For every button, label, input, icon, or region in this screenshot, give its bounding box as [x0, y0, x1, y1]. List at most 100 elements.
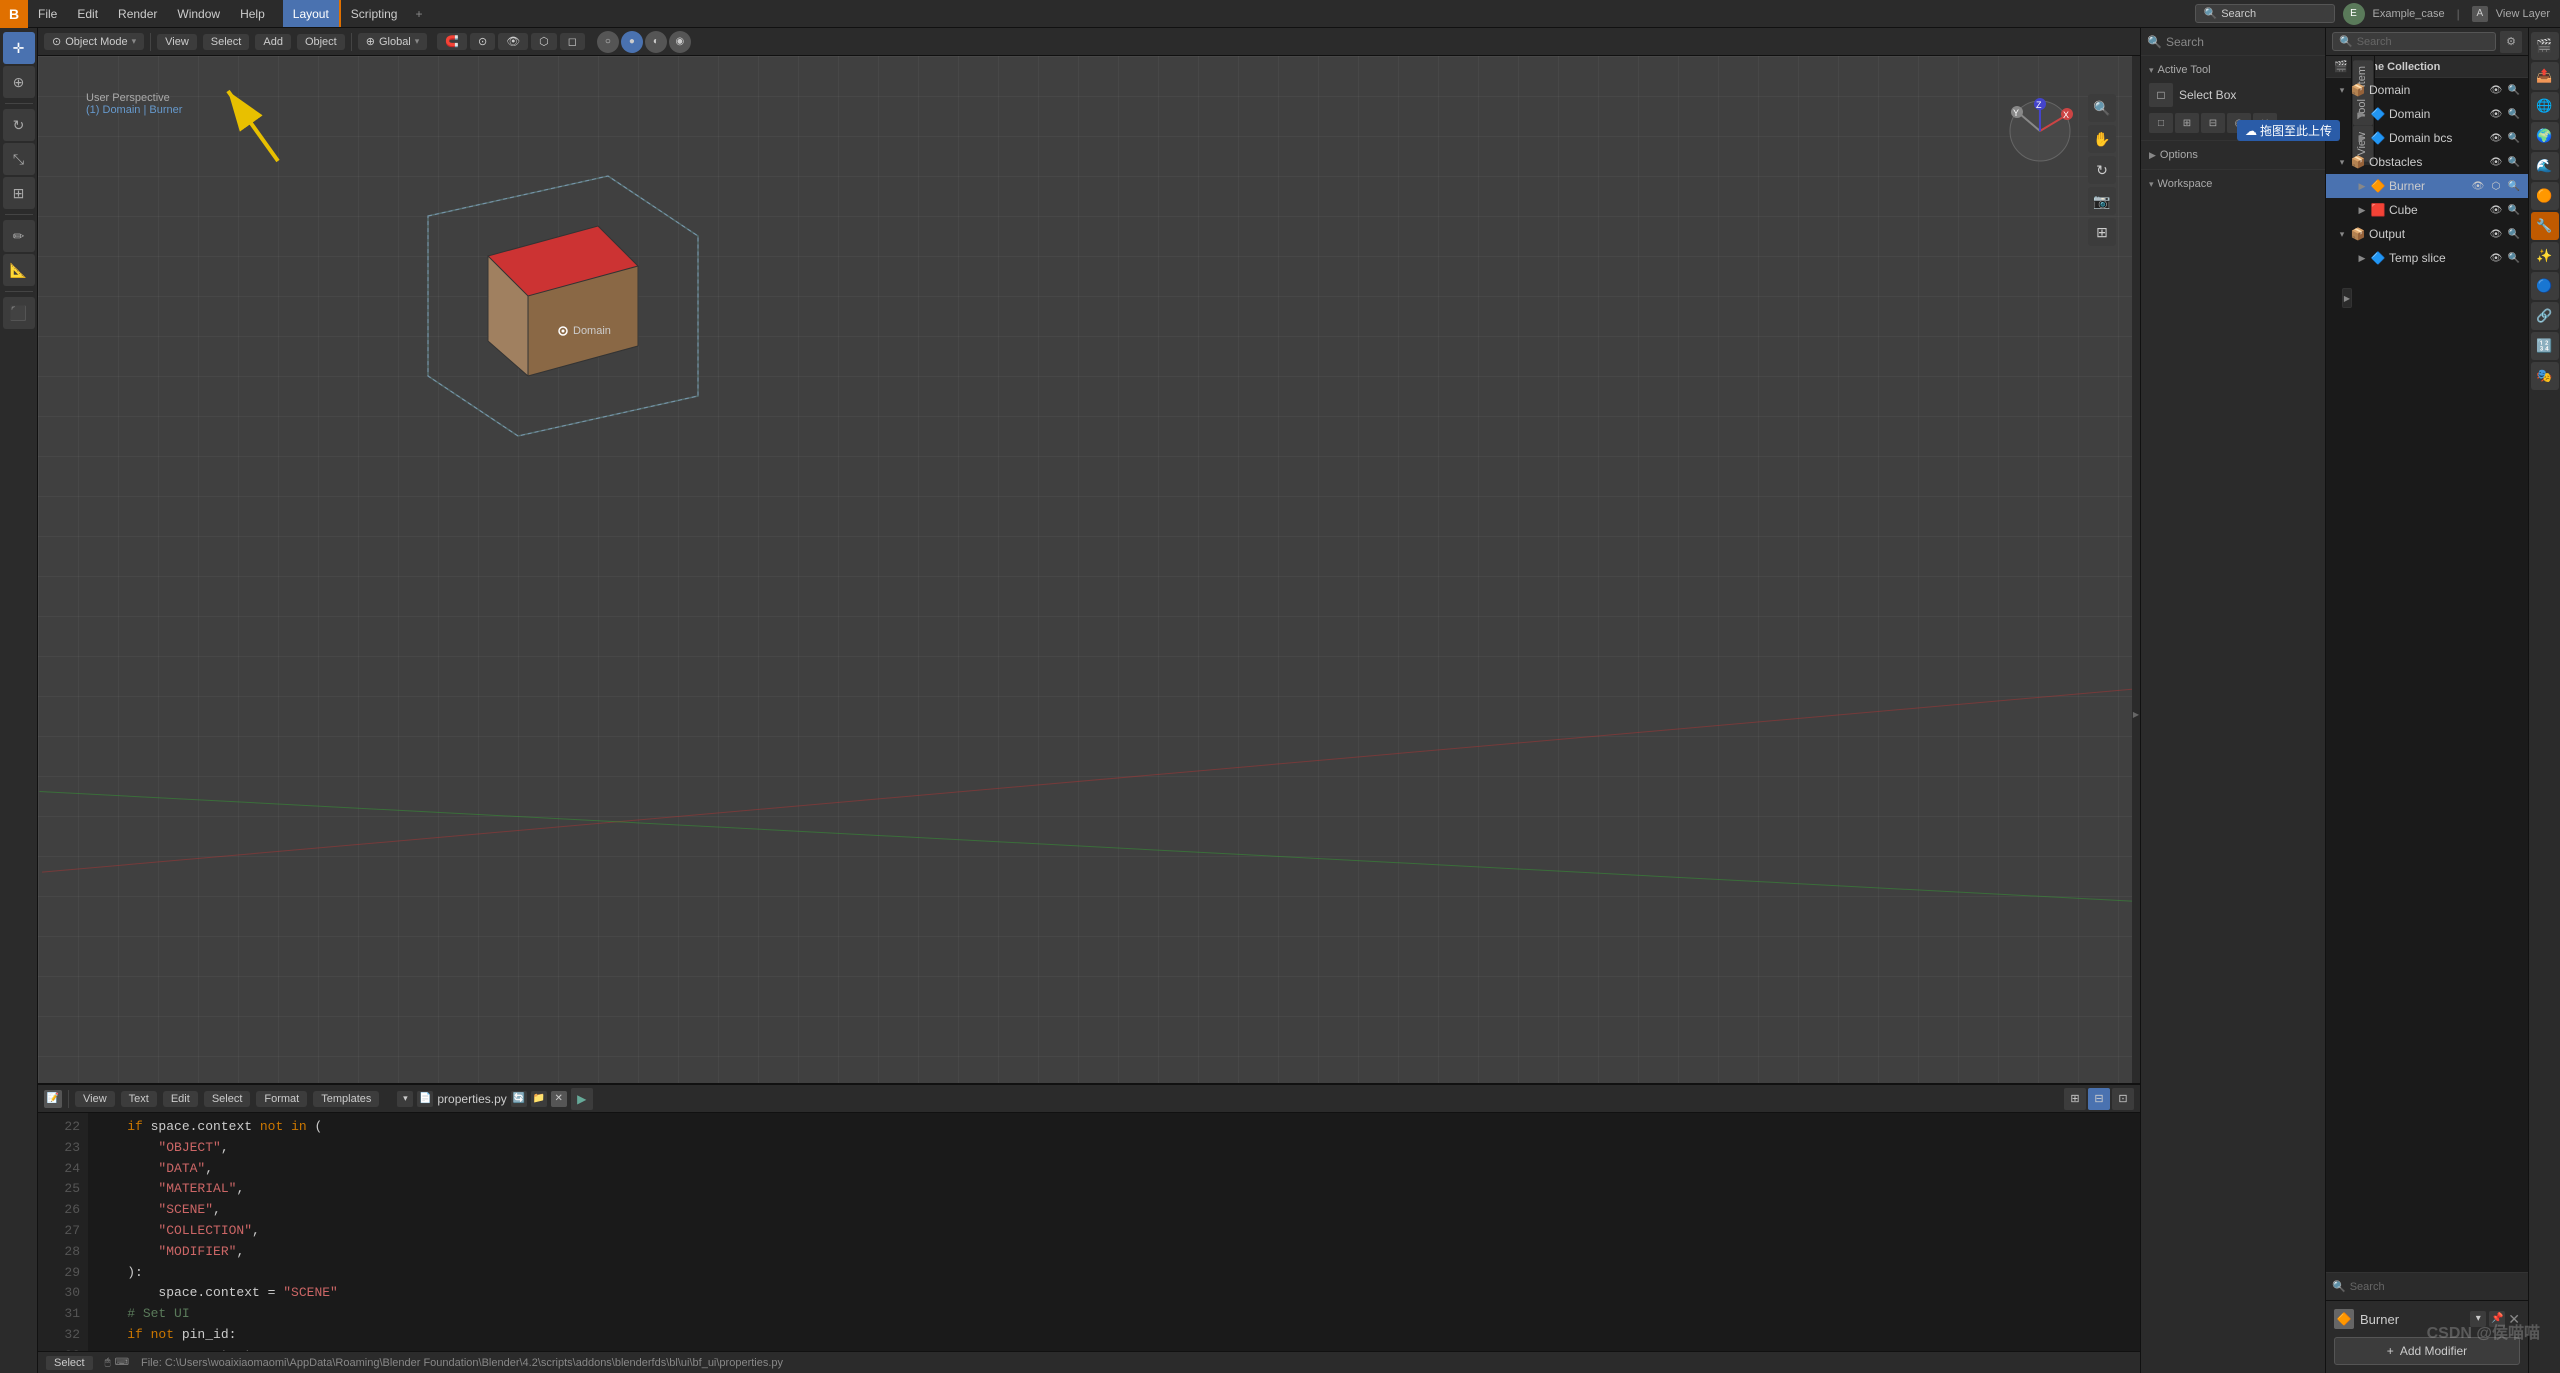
- outliner-item-domain-bcs[interactable]: ▶ 🔷 Domain bcs 👁 🔍: [2326, 126, 2528, 150]
- domain-bcs-eye[interactable]: 👁: [2488, 130, 2504, 146]
- wireframe-shading[interactable]: ○: [597, 31, 619, 53]
- file-selector-btn[interactable]: ▾: [397, 1091, 413, 1107]
- templates-menu-btn[interactable]: Templates: [313, 1091, 379, 1107]
- tool-mode-btn-2[interactable]: ⊞: [2175, 113, 2199, 133]
- rotate-tool[interactable]: ↻: [3, 109, 35, 141]
- move-tool[interactable]: ⊕: [3, 66, 35, 98]
- solid-shading[interactable]: ●: [621, 31, 643, 53]
- modifier-close-btn[interactable]: ✕: [2508, 1311, 2520, 1328]
- select-menu[interactable]: Select: [203, 34, 250, 50]
- layout-btn-1[interactable]: ⊞: [2064, 1088, 2086, 1110]
- transform-tool[interactable]: ⊞: [3, 177, 35, 209]
- burner-extra1[interactable]: ⬡: [2488, 178, 2504, 194]
- grid-icon[interactable]: ⊞: [2088, 218, 2116, 246]
- format-menu-btn[interactable]: Format: [256, 1091, 307, 1107]
- visibility-btn[interactable]: 👁: [498, 33, 528, 50]
- props-tab-physics[interactable]: 🔵: [2531, 272, 2559, 300]
- burner-eye[interactable]: 👁: [2470, 178, 2486, 194]
- menu-edit[interactable]: Edit: [67, 0, 108, 27]
- outliner-filter-btn[interactable]: ⚙: [2500, 31, 2522, 53]
- snap-btn[interactable]: 🧲: [437, 33, 467, 50]
- grab-icon[interactable]: ✋: [2088, 125, 2116, 153]
- modifier-collapse-btn[interactable]: ▾: [2470, 1311, 2486, 1327]
- transform-orientation[interactable]: ⊕ Global ▾: [358, 33, 428, 50]
- select-status-btn[interactable]: Select: [46, 1356, 93, 1370]
- view-menu-btn[interactable]: View: [75, 1091, 115, 1107]
- code-content[interactable]: if space.context not in ( "OBJECT", "DAT…: [88, 1113, 2140, 1351]
- scale-tool[interactable]: ⤡: [3, 143, 35, 175]
- tab-add[interactable]: +: [407, 0, 430, 27]
- modifier-pin-btn[interactable]: 📌: [2489, 1311, 2505, 1327]
- rendered-shading[interactable]: ◉: [669, 31, 691, 53]
- upload-button[interactable]: ☁ 拖图至此上传: [2237, 120, 2340, 141]
- view-menu[interactable]: View: [157, 34, 197, 50]
- panel-collapse-btn[interactable]: ▶: [2342, 288, 2352, 308]
- outliner-item-temp-slice[interactable]: ▶ 🔷 Temp slice 👁 🔍: [2326, 246, 2528, 270]
- select-menu-btn[interactable]: Select: [204, 1091, 251, 1107]
- menu-file[interactable]: File: [28, 0, 67, 27]
- domain-vis-extra[interactable]: 🔍: [2506, 82, 2522, 98]
- cube-extra[interactable]: 🔍: [2506, 202, 2522, 218]
- cube-eye[interactable]: 👁: [2488, 202, 2504, 218]
- xray-btn[interactable]: ◻: [560, 33, 585, 50]
- output-eye[interactable]: 👁: [2488, 226, 2504, 242]
- rotate-view-icon[interactable]: ↻: [2088, 156, 2116, 184]
- proportional-btn[interactable]: ⊙: [470, 33, 495, 50]
- folder-icon[interactable]: 📁: [531, 1091, 547, 1107]
- menu-render[interactable]: Render: [108, 0, 167, 27]
- props-tab-constraints[interactable]: 🔗: [2531, 302, 2559, 330]
- object-menu[interactable]: Object: [297, 34, 345, 50]
- tool-mode-btn-3[interactable]: ⊟: [2201, 113, 2225, 133]
- tool-mode-btn-1[interactable]: □: [2149, 113, 2173, 133]
- add-modifier-btn[interactable]: + Add Modifier: [2334, 1337, 2520, 1365]
- props-tab-view-layer[interactable]: 🌐: [2531, 92, 2559, 120]
- outliner-item-domain-collection[interactable]: ▾ 📦 Domain 👁 🔍: [2326, 78, 2528, 102]
- layout-btn-3[interactable]: ⊡: [2112, 1088, 2134, 1110]
- tab-scripting[interactable]: Scripting: [339, 0, 408, 27]
- outliner-search-box[interactable]: 🔍 Search: [2332, 32, 2496, 51]
- add-cube-tool[interactable]: ⬛: [3, 297, 35, 329]
- props-tab-particles[interactable]: ✨: [2531, 242, 2559, 270]
- props-tab-scene[interactable]: 🌍: [2531, 122, 2559, 150]
- menu-window[interactable]: Window: [167, 0, 230, 27]
- output-extra[interactable]: 🔍: [2506, 226, 2522, 242]
- layout-btn-2[interactable]: ⊟: [2088, 1088, 2110, 1110]
- tab-layout[interactable]: Layout: [283, 0, 339, 27]
- props-tab-render[interactable]: 🎬: [2531, 32, 2559, 60]
- close-script-btn[interactable]: ✕: [551, 1091, 567, 1107]
- run-script-btn[interactable]: ▶: [571, 1088, 593, 1110]
- top-search-box[interactable]: 🔍 Search: [2195, 4, 2335, 23]
- outliner-item-burner[interactable]: ▶ 🔶 Burner 👁 ⬡ 🔍: [2326, 174, 2528, 198]
- props-tab-object[interactable]: 🟠: [2531, 182, 2559, 210]
- obstacles-extra[interactable]: 🔍: [2506, 154, 2522, 170]
- burner-extra2[interactable]: 🔍: [2506, 178, 2522, 194]
- props-tab-modifier[interactable]: 🔧: [2531, 212, 2559, 240]
- edit-menu-btn[interactable]: Edit: [163, 1091, 198, 1107]
- props-tab-material[interactable]: 🎭: [2531, 362, 2559, 390]
- props-tab-data[interactable]: 🔢: [2531, 332, 2559, 360]
- outliner-item-obstacles[interactable]: ▾ 📦 Obstacles 👁 🔍: [2326, 150, 2528, 174]
- text-menu-btn[interactable]: Text: [121, 1091, 157, 1107]
- temp-slice-extra[interactable]: 🔍: [2506, 250, 2522, 266]
- object-mode-selector[interactable]: ⊙ Object Mode ▾: [44, 33, 144, 50]
- outliner-item-domain-mesh[interactable]: ▶ 🔷 Domain 👁 🔍: [2326, 102, 2528, 126]
- code-area[interactable]: 22 23 24 25 26 27 28 29 30 31 32 33 34 3…: [38, 1113, 2140, 1351]
- outliner-item-cube[interactable]: ▶ 🟥 Cube 👁 🔍: [2326, 198, 2528, 222]
- menu-help[interactable]: Help: [230, 0, 275, 27]
- nav-gizmo[interactable]: X Y Z: [2005, 96, 2075, 166]
- add-menu[interactable]: Add: [255, 34, 291, 50]
- domain-mesh-eye[interactable]: 👁: [2488, 106, 2504, 122]
- annotate-tool[interactable]: ✏: [3, 220, 35, 252]
- props-tab-output[interactable]: 📤: [2531, 62, 2559, 90]
- props-tab-world[interactable]: 🌊: [2531, 152, 2559, 180]
- outliner-item-output[interactable]: ▾ 📦 Output 👁 🔍: [2326, 222, 2528, 246]
- domain-mesh-extra[interactable]: 🔍: [2506, 106, 2522, 122]
- measure-tool[interactable]: 📐: [3, 254, 35, 286]
- obstacles-eye[interactable]: 👁: [2488, 154, 2504, 170]
- overlay-btn[interactable]: ⬡: [531, 33, 557, 50]
- cursor-tool[interactable]: ✛: [3, 32, 35, 64]
- options-title[interactable]: ▶ Options: [2149, 145, 2317, 165]
- temp-slice-eye[interactable]: 👁: [2488, 250, 2504, 266]
- material-shading[interactable]: ◐: [645, 31, 667, 53]
- zoom-icon[interactable]: 🔍: [2088, 94, 2116, 122]
